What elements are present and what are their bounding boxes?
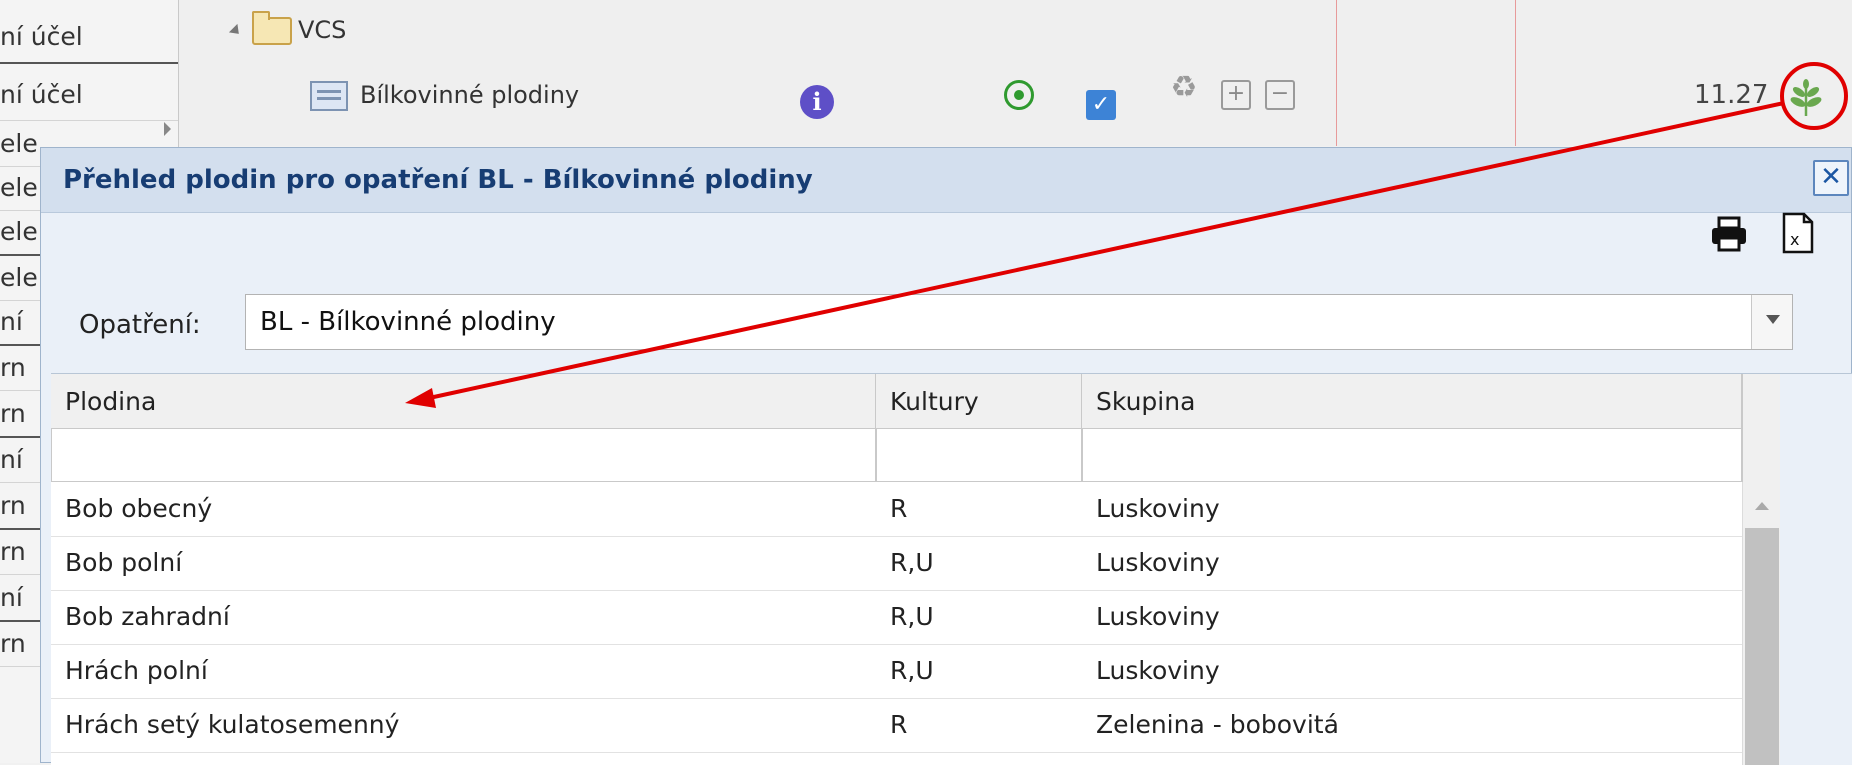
info-icon[interactable]: i: [800, 85, 834, 119]
filter-input-kultury[interactable]: [876, 429, 1082, 482]
plus-box-icon[interactable]: +: [1221, 80, 1251, 110]
cell-kultury: R: [890, 494, 908, 523]
sidebar-item[interactable]: ní účel: [0, 70, 178, 121]
column-divider: [1515, 0, 1516, 146]
cell-kultury: R: [890, 710, 908, 739]
column-header-skupina[interactable]: Skupina: [1082, 374, 1742, 429]
table-row[interactable]: Hrách setý kulatosemenný R Zelenina - bo…: [51, 698, 1742, 753]
vertical-scrollbar[interactable]: [1742, 482, 1781, 765]
table-row[interactable]: Bob obecný R Luskoviny: [51, 482, 1742, 537]
printer-icon[interactable]: [1709, 214, 1749, 254]
tree-node-label: VCS: [298, 16, 347, 44]
excel-export-icon[interactable]: x: [1781, 212, 1815, 254]
close-button[interactable]: ✕: [1813, 160, 1849, 196]
folder-icon: [252, 11, 292, 45]
row-value: 11.27: [1694, 80, 1769, 110]
svg-text:x: x: [1790, 230, 1799, 249]
tree-node-bilkovinne-plodiny[interactable]: Bílkovinné plodiny: [310, 70, 579, 120]
expand-arrow-icon[interactable]: [228, 23, 244, 39]
radio-target-icon[interactable]: [1004, 80, 1034, 110]
grid-header-corner: [1742, 374, 1781, 482]
dialog-title: Přehled plodin pro opatření BL - Bílkovi…: [63, 165, 813, 195]
cell-plodina: Bob obecný: [65, 494, 213, 523]
measure-label: Opatření:: [79, 310, 201, 340]
cell-skupina: Luskoviny: [1096, 656, 1220, 685]
cell-skupina: Luskoviny: [1096, 602, 1220, 631]
column-header-kultury[interactable]: Kultury: [876, 374, 1082, 429]
table-row[interactable]: Hrách polní R,U Luskoviny: [51, 644, 1742, 699]
table-row[interactable]: Bob polní R,U Luskoviny: [51, 536, 1742, 591]
measure-select-value: BL - Bílkovinné plodiny: [260, 307, 556, 337]
document-icon: [310, 81, 348, 111]
table-row[interactable]: Bob zahradní R,U Luskoviny: [51, 590, 1742, 645]
grid-gutter: [1780, 374, 1852, 765]
cell-skupina: Luskoviny: [1096, 548, 1220, 577]
scrollbar-thumb[interactable]: [1745, 528, 1779, 765]
filter-input-skupina[interactable]: [1082, 429, 1742, 482]
cell-kultury: R,U: [890, 602, 934, 631]
filter-input-plodina[interactable]: [51, 429, 876, 482]
sidebar-collapse-arrow-icon[interactable]: [164, 122, 171, 136]
annotation-highlight-circle: [1780, 62, 1848, 130]
checkbox-checked-icon[interactable]: ✓: [1086, 90, 1116, 120]
tree-node-vcs[interactable]: VCS: [228, 8, 347, 58]
minus-box-icon[interactable]: −: [1265, 80, 1295, 110]
crops-table: Plodina Kultury Skupina Bob obecný R Lus…: [51, 373, 1852, 765]
column-header-plodina[interactable]: Plodina: [51, 374, 876, 429]
scroll-up-arrow-icon[interactable]: [1755, 502, 1769, 510]
cell-kultury: R,U: [890, 656, 934, 685]
cell-plodina: Bob zahradní: [65, 602, 230, 631]
cell-plodina: Hrách polní: [65, 656, 208, 685]
crop-overview-dialog: Přehled plodin pro opatření BL - Bílkovi…: [40, 147, 1852, 765]
recycle-icon[interactable]: ♻: [1166, 70, 1202, 106]
cell-kultury: R,U: [890, 548, 934, 577]
cell-skupina: Luskoviny: [1096, 494, 1220, 523]
cell-plodina: Bob polní: [65, 548, 183, 577]
sidebar-item[interactable]: ní účel: [0, 12, 178, 64]
chevron-down-icon[interactable]: [1751, 295, 1792, 349]
column-divider: [1336, 0, 1337, 146]
cell-skupina: Zelenina - bobovitá: [1096, 710, 1339, 739]
tree-node-label: Bílkovinné plodiny: [360, 81, 580, 109]
dialog-titlebar: Přehled plodin pro opatření BL - Bílkovi…: [41, 148, 1851, 213]
measure-select[interactable]: BL - Bílkovinné plodiny: [245, 294, 1793, 350]
cell-plodina: Hrách setý kulatosemenný: [65, 710, 400, 739]
